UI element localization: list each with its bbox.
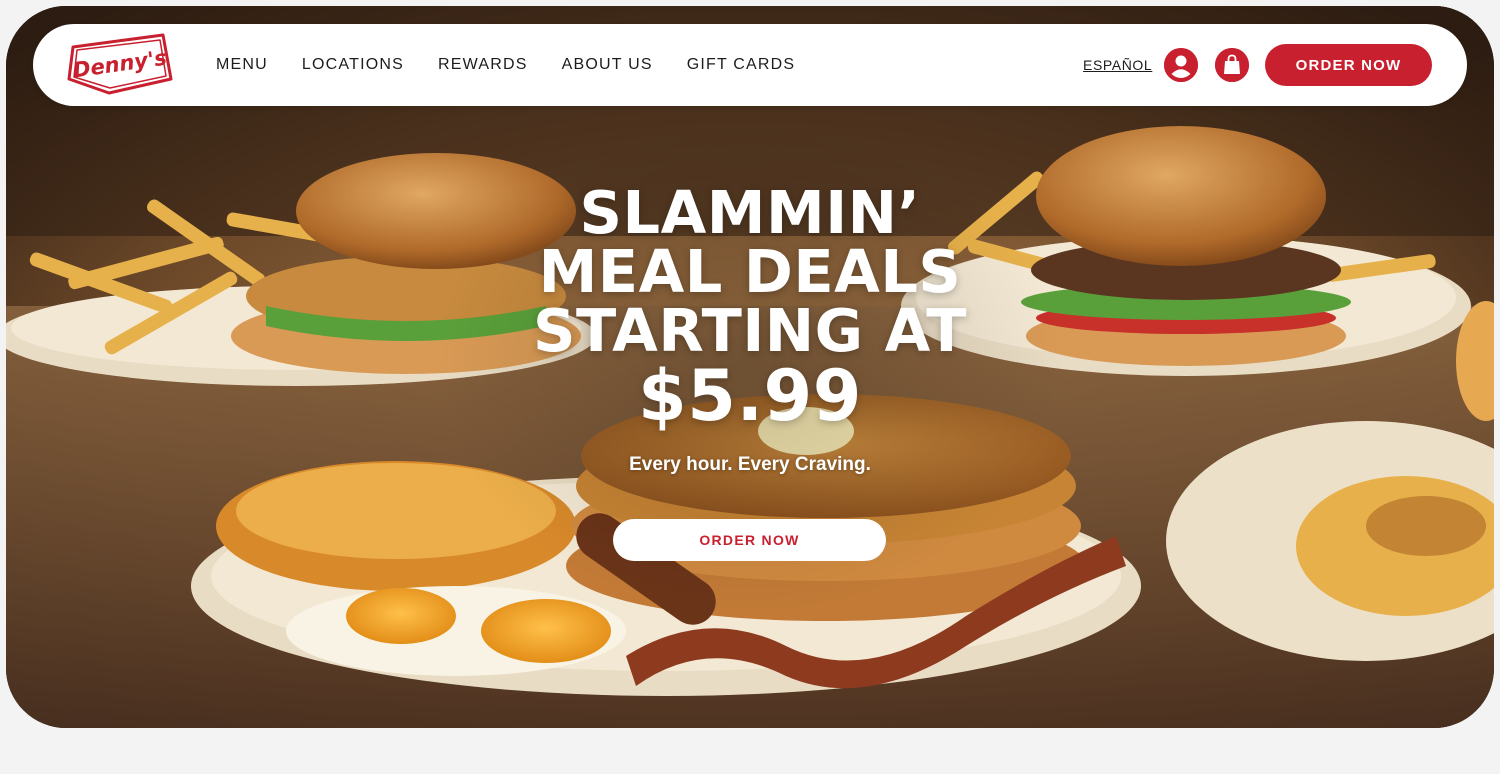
shopping-bag-icon — [1215, 48, 1249, 82]
nav-link-gift-cards[interactable]: GIFT CARDS — [687, 56, 796, 74]
headline-price: $5.99 — [638, 355, 862, 437]
nav-link-locations[interactable]: LOCATIONS — [302, 56, 404, 74]
headline-line-1: SLAMMIN’ — [579, 178, 921, 247]
main-nav: MENU LOCATIONS REWARDS ABOUT US GIFT CAR… — [216, 24, 829, 106]
top-navigation-bar: Denny's MENU LOCATIONS REWARDS ABOUT US … — [33, 24, 1467, 106]
hero-headline: SLAMMIN’ MEAL DEALS STARTING AT $5.99 — [400, 183, 1100, 432]
nav-link-about-us[interactable]: ABOUT US — [562, 56, 653, 74]
hero-tagline: Every hour. Every Craving. — [629, 454, 871, 475]
cart-button[interactable] — [1215, 48, 1249, 82]
nav-link-menu[interactable]: MENU — [216, 56, 268, 74]
order-now-nav-button[interactable]: ORDER NOW — [1265, 44, 1432, 86]
order-now-hero-button[interactable]: ORDER NOW — [613, 519, 886, 561]
user-icon — [1164, 48, 1198, 82]
headline-line-2: MEAL DEALS — [538, 237, 962, 306]
headline-line-3: STARTING AT — [533, 296, 967, 365]
account-button[interactable] — [1164, 48, 1198, 82]
nav-link-rewards[interactable]: REWARDS — [438, 56, 528, 74]
dennys-logo[interactable]: Denny's — [67, 33, 175, 95]
language-toggle-link[interactable]: ESPAÑOL — [1083, 57, 1152, 73]
